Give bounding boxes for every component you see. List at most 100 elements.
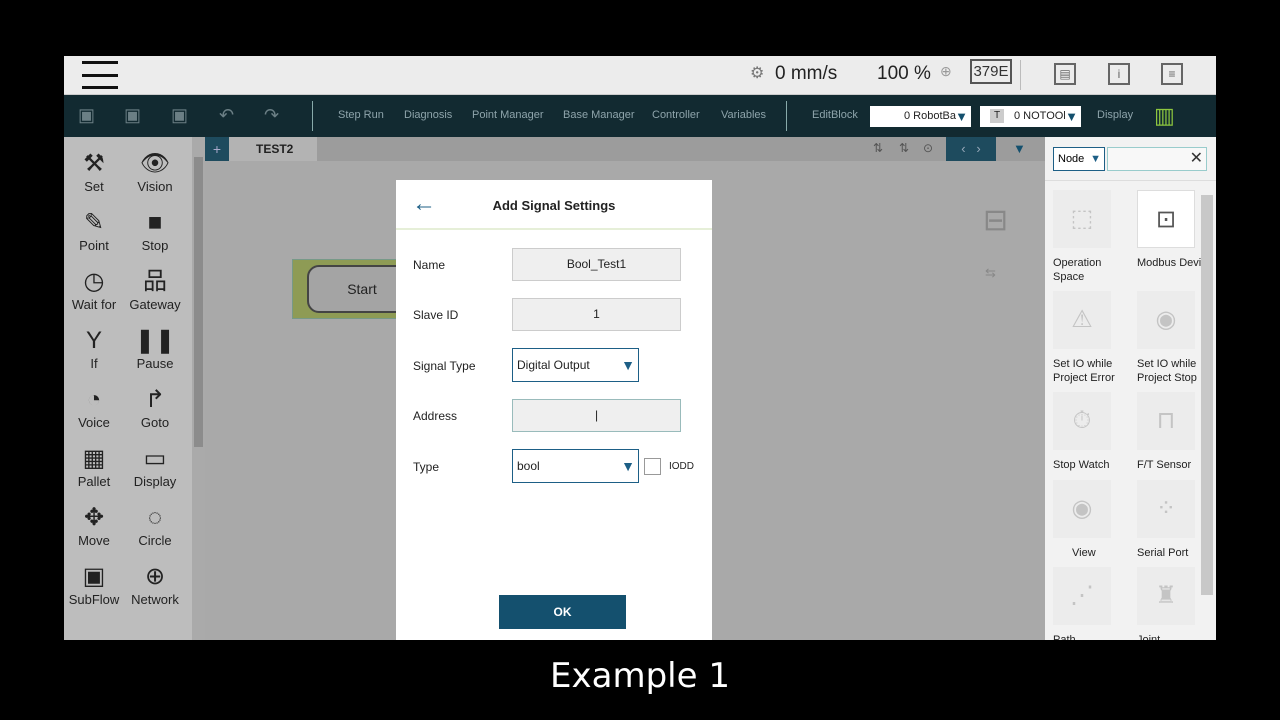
node-filter-select[interactable]: Node ▼: [1053, 147, 1105, 171]
node-panel-scrollbar[interactable]: [1201, 195, 1213, 595]
step-run-button[interactable]: Step Run: [338, 109, 384, 121]
tool-subflow[interactable]: ▣ SubFlow: [64, 562, 124, 607]
tool-select[interactable]: T 0 NOTOOl ▼: [980, 106, 1081, 127]
node-card-label: Path: [1053, 634, 1076, 640]
path-icon: ⋰: [1070, 582, 1094, 609]
tool-voice[interactable]: ◔ Voice: [64, 385, 124, 430]
voice-icon: ◔: [86, 386, 102, 413]
divider: [312, 101, 313, 131]
controller-icon[interactable]: ▤: [1054, 63, 1076, 85]
tool-label: Pause: [136, 356, 174, 371]
node-card-set-io-while-project-error[interactable]: ⚠: [1053, 291, 1111, 349]
controller-button[interactable]: Controller: [652, 109, 700, 121]
node-card-serial-port[interactable]: ⁘: [1137, 480, 1195, 538]
dropdown-arrow-icon: ▼: [1090, 153, 1101, 165]
wait-for-icon: ◷: [83, 268, 105, 295]
app-window: ⚙ 0 mm/s 100 % ⊕ 379E ▤ i ≡ ▣ ▣ ▣ ↶ ↷ St…: [64, 56, 1216, 640]
set-icon: ⚒: [83, 150, 105, 177]
new-project-icon[interactable]: ▣: [78, 105, 95, 126]
display-button[interactable]: Display: [1097, 109, 1133, 121]
slave-id-field[interactable]: 1: [512, 298, 681, 331]
tool-stop[interactable]: ■ Stop: [125, 208, 185, 253]
tool-label: Pallet: [77, 474, 111, 489]
tool-goto[interactable]: ↱ Goto: [125, 385, 185, 430]
add-tab-button[interactable]: +: [205, 137, 229, 161]
slave-id-label: Slave ID: [413, 308, 459, 322]
point-icon: ✎: [83, 209, 105, 236]
tool-pallet[interactable]: ▦ Pallet: [64, 444, 124, 489]
menu-icon[interactable]: [82, 61, 118, 89]
move-icon: ✥: [83, 504, 105, 531]
tool-label: Move: [78, 533, 110, 548]
node-card-f-t-sensor[interactable]: ⊓: [1137, 392, 1195, 450]
dropdown-arrow-icon: ▼: [1065, 109, 1078, 124]
editblock-button[interactable]: EditBlock: [812, 109, 858, 121]
tool-vision[interactable]: 👁 Vision: [125, 149, 185, 194]
type-select[interactable]: bool ▼: [512, 449, 639, 483]
tab-nav-arrows[interactable]: ‹ ›: [946, 137, 996, 161]
node-search-input[interactable]: ✕: [1107, 147, 1207, 171]
ok-button[interactable]: OK: [499, 595, 626, 629]
node-card-joint[interactable]: ♜: [1137, 567, 1195, 625]
tab-test2[interactable]: TEST2: [229, 137, 317, 161]
tab-menu-icon[interactable]: ▼: [1013, 141, 1026, 156]
sort-az-icon[interactable]: ⇅: [873, 141, 883, 155]
tool-circle[interactable]: ◌ Circle: [125, 503, 185, 548]
node-card-modbus-device[interactable]: ⊡: [1137, 190, 1195, 248]
toggle-off-icon[interactable]: ⇆: [985, 265, 996, 281]
info-icon[interactable]: i: [1108, 63, 1130, 85]
node-card-operation-space[interactable]: ⬚: [1053, 190, 1111, 248]
dialog-title: Add Signal Settings: [492, 198, 616, 213]
node-card-set-io-while-project-stop[interactable]: ◉: [1137, 291, 1195, 349]
open-project-icon[interactable]: ▣: [171, 105, 188, 126]
tool-if[interactable]: Y If: [64, 326, 124, 371]
fit-view-icon[interactable]: ⊟: [983, 203, 1008, 238]
log-icon[interactable]: ≡: [1161, 63, 1183, 85]
tool-label: Network: [131, 592, 179, 607]
tool-display[interactable]: ▭ Display: [125, 444, 185, 489]
network-icon: ⊕: [144, 563, 166, 590]
iodd-checkbox[interactable]: [644, 458, 661, 475]
vision-icon: 👁: [139, 150, 171, 177]
signal-type-select[interactable]: Digital Output ▼: [512, 348, 639, 382]
status-code[interactable]: 379E: [970, 59, 1012, 84]
layout-toggle-icon[interactable]: ▥: [1154, 103, 1175, 129]
speed-percent[interactable]: 100 %: [877, 63, 931, 85]
node-card-label: Operation Space: [1053, 257, 1102, 283]
search-node-icon[interactable]: ⊙: [923, 141, 933, 155]
node-card-view[interactable]: ◉: [1053, 480, 1111, 538]
redo-icon[interactable]: ↷: [264, 105, 279, 126]
top-bar: ⚙ 0 mm/s 100 % ⊕ 379E ▤ i ≡: [64, 56, 1216, 95]
gateway-icon: 品: [143, 268, 167, 295]
undo-icon[interactable]: ↶: [219, 105, 234, 126]
node-card-stop-watch[interactable]: ⏱: [1053, 392, 1111, 450]
save-project-icon[interactable]: ▣: [124, 105, 141, 126]
f-t-sensor-icon: ⊓: [1156, 407, 1176, 434]
tab-bar: + TEST2 ⇅ ⇅ ⊙ ‹ › ▼: [205, 137, 1045, 161]
sort-za-icon[interactable]: ⇅: [899, 141, 909, 155]
base-manager-button[interactable]: Base Manager: [563, 109, 635, 121]
node-card-path[interactable]: ⋰: [1053, 567, 1111, 625]
add-signal-dialog: ← Add Signal Settings Name Bool_Test1 Sl…: [396, 180, 712, 640]
point-manager-button[interactable]: Point Manager: [472, 109, 544, 121]
tool-icon: T: [990, 109, 1005, 123]
toolbox-scrollbar[interactable]: [192, 137, 205, 640]
name-field[interactable]: Bool_Test1: [512, 248, 681, 281]
tool-select-value: 0 NOTOOl: [1014, 110, 1066, 122]
tool-point[interactable]: ✎ Point: [64, 208, 124, 253]
base-select[interactable]: 0 RobotBa ▼: [870, 106, 971, 127]
diagnosis-button[interactable]: Diagnosis: [404, 109, 452, 121]
tool-wait-for[interactable]: ◷ Wait for: [64, 267, 124, 312]
adjust-speed-icon[interactable]: ⊕: [940, 63, 952, 80]
start-node[interactable]: Start: [292, 259, 417, 319]
address-field[interactable]: |: [512, 399, 681, 432]
tool-move[interactable]: ✥ Move: [64, 503, 124, 548]
tool-gateway[interactable]: 品 Gateway: [125, 267, 185, 312]
tool-pause[interactable]: ❚❚ Pause: [125, 326, 185, 371]
tool-label: Set: [84, 179, 104, 194]
serial-port-icon: ⁘: [1155, 495, 1177, 522]
clear-icon[interactable]: ✕: [1190, 148, 1203, 168]
tool-network[interactable]: ⊕ Network: [125, 562, 185, 607]
tool-set[interactable]: ⚒ Set: [64, 149, 124, 194]
variables-button[interactable]: Variables: [721, 109, 766, 121]
